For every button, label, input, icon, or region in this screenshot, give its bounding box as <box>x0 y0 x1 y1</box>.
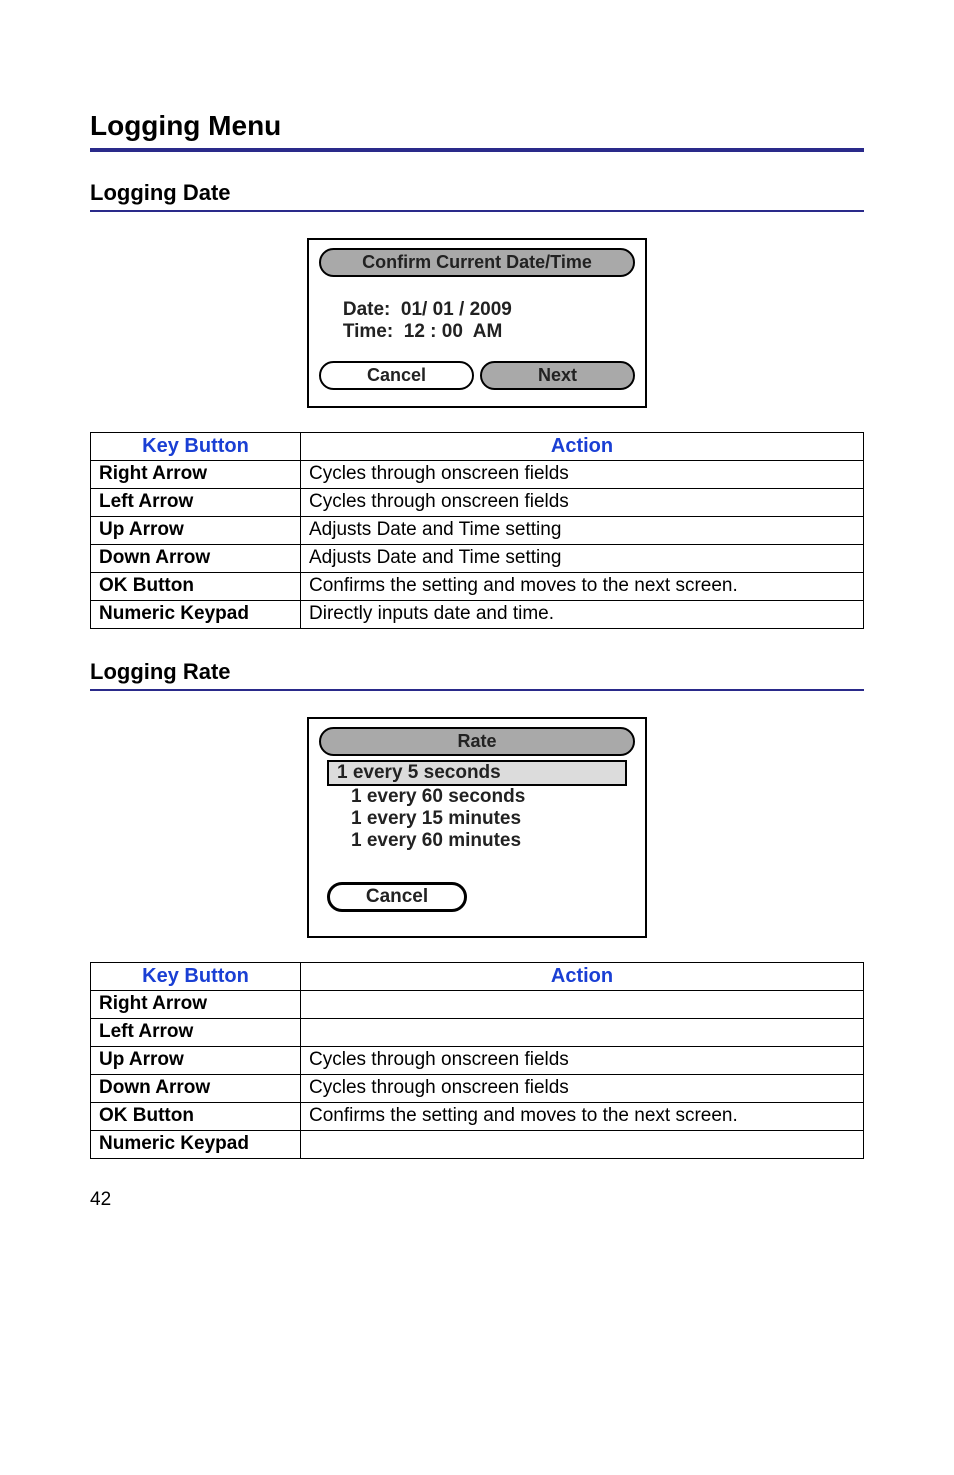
table-row: Right Arrow <box>91 991 864 1019</box>
logging-rate-rule <box>90 689 864 691</box>
page-number: 42 <box>90 1189 864 1211</box>
logging-rate-table: Key Button Action Right Arrow Left Arrow… <box>90 962 864 1159</box>
confirm-datetime-panel: Confirm Current Date/Time Date: 01/ 01 /… <box>307 238 647 408</box>
logging-date-table: Key Button Action Right ArrowCycles thro… <box>90 432 864 629</box>
section-title: Logging Menu <box>90 110 864 142</box>
logging-date-rule <box>90 210 864 212</box>
rate-panel-title: Rate <box>319 727 635 756</box>
rate-option-selected[interactable]: 1 every 5 seconds <box>327 760 627 786</box>
logging-date-heading: Logging Date <box>90 180 864 206</box>
table-header-action: Action <box>301 963 864 991</box>
table-row: Numeric KeypadDirectly inputs date and t… <box>91 601 864 629</box>
rate-cancel-button[interactable]: Cancel <box>327 882 467 912</box>
table-row: OK ButtonConfirms the setting and moves … <box>91 1103 864 1131</box>
table-row: Down ArrowAdjusts Date and Time setting <box>91 545 864 573</box>
table-row: Numeric Keypad <box>91 1131 864 1159</box>
table-row: Up ArrowCycles through onscreen fields <box>91 1047 864 1075</box>
table-row: Left Arrow <box>91 1019 864 1047</box>
rate-option[interactable]: 1 every 60 seconds <box>327 786 627 808</box>
logging-rate-heading: Logging Rate <box>90 659 864 685</box>
table-row: Right ArrowCycles through onscreen field… <box>91 461 864 489</box>
panel-title: Confirm Current Date/Time <box>319 248 635 277</box>
rate-option[interactable]: 1 every 15 minutes <box>327 808 627 830</box>
time-row: Time: 12 : 00 AM <box>327 321 627 343</box>
section-rule <box>90 148 864 152</box>
next-button[interactable]: Next <box>480 361 635 390</box>
rate-panel: Rate 1 every 5 seconds 1 every 60 second… <box>307 717 647 938</box>
table-row: Up ArrowAdjusts Date and Time setting <box>91 517 864 545</box>
table-row: OK ButtonConfirms the setting and moves … <box>91 573 864 601</box>
rate-option[interactable]: 1 every 60 minutes <box>327 830 627 852</box>
table-row: Left ArrowCycles through onscreen fields <box>91 489 864 517</box>
table-header-key: Key Button <box>91 963 301 991</box>
date-row: Date: 01/ 01 / 2009 <box>327 299 627 321</box>
table-header-key: Key Button <box>91 433 301 461</box>
table-row: Down ArrowCycles through onscreen fields <box>91 1075 864 1103</box>
cancel-button[interactable]: Cancel <box>319 361 474 390</box>
table-header-action: Action <box>301 433 864 461</box>
